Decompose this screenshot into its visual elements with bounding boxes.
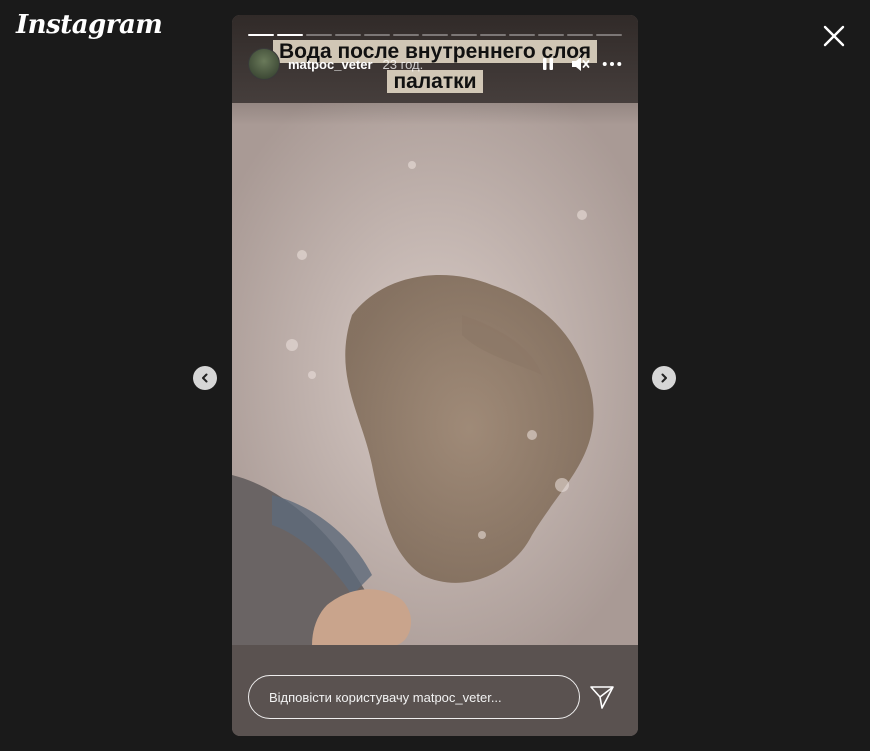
progress-segment — [277, 34, 303, 36]
pause-icon — [543, 58, 553, 70]
chevron-right-icon — [661, 373, 667, 383]
close-icon — [823, 25, 845, 47]
avatar[interactable] — [248, 48, 280, 80]
more-options-button[interactable] — [602, 54, 622, 74]
more-horizontal-icon — [602, 62, 622, 66]
progress-segment — [567, 34, 593, 36]
chevron-left-icon — [202, 373, 208, 383]
previous-story-button[interactable] — [193, 366, 217, 390]
reply-input[interactable] — [248, 675, 580, 719]
instagram-logo[interactable]: Instagram — [16, 10, 163, 40]
progress-segment — [364, 34, 390, 36]
next-story-button[interactable] — [652, 366, 676, 390]
progress-segment — [509, 34, 535, 36]
progress-segment — [451, 34, 477, 36]
send-button[interactable] — [588, 683, 616, 711]
pause-button[interactable] — [538, 54, 558, 74]
progress-segment — [480, 34, 506, 36]
story-progress-bar — [248, 34, 622, 36]
progress-segment — [538, 34, 564, 36]
reply-bar — [248, 675, 622, 719]
progress-segment — [422, 34, 448, 36]
progress-segment — [393, 34, 419, 36]
username-link[interactable]: matpoc_veter — [288, 57, 373, 72]
progress-segment — [248, 34, 274, 36]
progress-segment — [306, 34, 332, 36]
close-button[interactable] — [818, 20, 850, 52]
muted-speaker-icon — [572, 57, 590, 71]
story-header: matpoc_veter 23 год. — [248, 48, 622, 80]
progress-segment — [596, 34, 622, 36]
mute-button[interactable] — [570, 54, 590, 74]
progress-segment — [335, 34, 361, 36]
story-viewer[interactable]: Вода после внутреннего слоя палатки matp… — [232, 15, 638, 736]
send-icon — [590, 686, 614, 709]
story-timestamp: 23 год. — [382, 56, 424, 72]
